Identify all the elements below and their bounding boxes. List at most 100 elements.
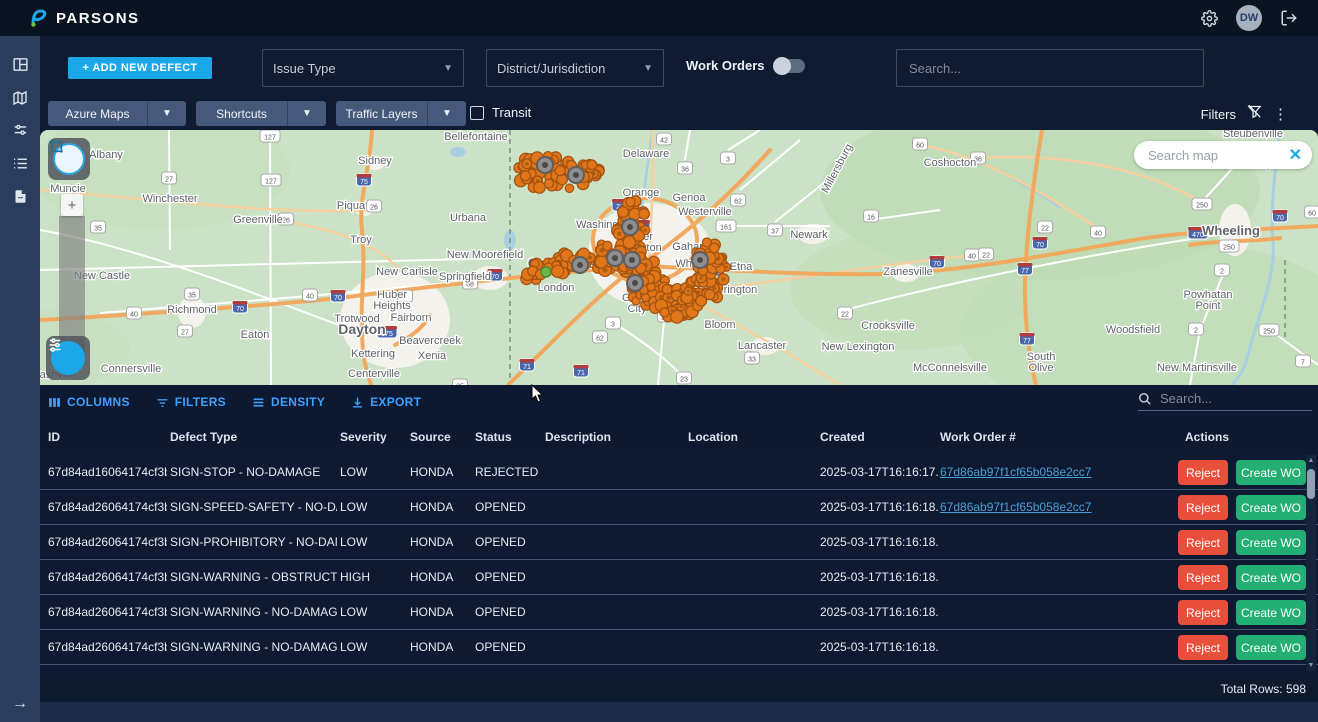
map-layers-button[interactable] bbox=[46, 336, 90, 380]
defect-cluster-dot[interactable] bbox=[618, 207, 629, 218]
create-wo-button[interactable]: Create WO bbox=[1236, 565, 1306, 590]
map-city-label: New Martinsville bbox=[1157, 362, 1237, 374]
route-shield: 3 bbox=[721, 152, 736, 164]
traffic-layers-button[interactable]: Traffic Layers ▼ bbox=[336, 101, 466, 126]
reject-button[interactable]: Reject bbox=[1178, 600, 1228, 625]
reject-button[interactable]: Reject bbox=[1178, 495, 1228, 520]
work-orders-toggle[interactable] bbox=[775, 59, 805, 73]
sidebar-item-map[interactable] bbox=[0, 81, 40, 114]
table-row[interactable]: 67d84ad26064174cf3bc17SIGN-WARNING - NO-… bbox=[40, 630, 1318, 665]
defect-cluster-dot[interactable] bbox=[662, 284, 672, 294]
reject-button[interactable]: Reject bbox=[1178, 460, 1228, 485]
reject-button[interactable]: Reject bbox=[1178, 635, 1228, 660]
reject-button[interactable]: Reject bbox=[1178, 565, 1228, 590]
defect-cluster-dot[interactable] bbox=[565, 184, 573, 192]
defect-cluster-dot[interactable] bbox=[534, 182, 546, 194]
map-city-label: Eaton bbox=[241, 329, 270, 341]
route-shield: 250 bbox=[1219, 240, 1239, 252]
svg-text:36: 36 bbox=[681, 167, 689, 174]
route-shield: 127 bbox=[261, 174, 281, 186]
cell-created: 2025-03-17T16:16:18.693 bbox=[820, 570, 938, 584]
map-city-label: Genoa bbox=[672, 192, 706, 204]
create-wo-button[interactable]: Create WO bbox=[1236, 460, 1306, 485]
defect-cluster-dot[interactable] bbox=[642, 294, 650, 302]
chevron-down-icon[interactable]: ▼ bbox=[148, 101, 186, 126]
columns-button[interactable]: COLUMNS bbox=[48, 395, 130, 409]
table-row[interactable]: 67d84ad26064174cf3bc17SIGN-WARNING - OBS… bbox=[40, 560, 1318, 595]
table-row[interactable]: 67d84ad16064174cf3bc17SIGN-STOP - NO-DAM… bbox=[40, 455, 1318, 490]
scroll-up-icon[interactable]: ▲ bbox=[1306, 457, 1316, 464]
defect-cluster-dot[interactable] bbox=[552, 265, 564, 277]
sidebar-item-list[interactable] bbox=[0, 147, 40, 180]
sidebar-item-dashboard[interactable] bbox=[0, 48, 40, 81]
table-search-input[interactable] bbox=[1160, 391, 1290, 406]
svg-text:22: 22 bbox=[1041, 226, 1049, 233]
map-canvas[interactable]: 2712712726263535404027468423636216137163… bbox=[40, 130, 1318, 385]
table-row[interactable]: 67d84ad26064174cf3bc17SIGN-WARNING - NO-… bbox=[40, 595, 1318, 630]
cluster-marker-green[interactable] bbox=[541, 267, 551, 277]
cell-defect-type: SIGN-WARNING - NO-DAMAGE bbox=[170, 605, 337, 619]
download-icon bbox=[351, 396, 364, 409]
map-zoom-in-button[interactable]: + bbox=[61, 194, 83, 216]
svg-text:27: 27 bbox=[181, 330, 189, 337]
defect-cluster-dot[interactable] bbox=[626, 197, 635, 206]
close-icon[interactable]: ✕ bbox=[1289, 145, 1302, 165]
sidebar-expand-arrow-icon[interactable]: → bbox=[0, 692, 40, 716]
cell-defect-type: SIGN-SPEED-SAFETY - NO-DAMAGE bbox=[170, 500, 337, 514]
create-wo-button[interactable]: Create WO bbox=[1236, 600, 1306, 625]
map-city-label: Point bbox=[1195, 300, 1220, 312]
map-search-box[interactable]: ✕ bbox=[1134, 141, 1312, 169]
map-draw-region-button[interactable] bbox=[48, 138, 90, 180]
chevron-down-icon[interactable]: ▼ bbox=[428, 101, 466, 126]
svg-text:16: 16 bbox=[867, 215, 875, 222]
chevron-down-icon[interactable]: ▼ bbox=[288, 101, 326, 126]
create-wo-button[interactable]: Create WO bbox=[1236, 635, 1306, 660]
district-jurisdiction-select[interactable]: District/Jurisdiction ▼ bbox=[486, 49, 664, 87]
sidebar-item-tune[interactable] bbox=[0, 114, 40, 147]
defect-cluster-dot[interactable] bbox=[544, 179, 553, 188]
scroll-down-icon[interactable]: ▼ bbox=[1306, 662, 1316, 669]
density-icon bbox=[252, 396, 265, 409]
kebab-menu-icon[interactable]: ⋮ bbox=[1273, 105, 1288, 123]
defect-cluster-dot[interactable] bbox=[705, 289, 715, 299]
defect-cluster-dot[interactable] bbox=[555, 166, 565, 176]
defect-cluster-dot[interactable] bbox=[595, 256, 607, 268]
issue-type-select[interactable]: Issue Type ▼ bbox=[262, 49, 464, 87]
logout-icon[interactable] bbox=[1278, 7, 1300, 29]
map-city-label: Fairborn bbox=[391, 312, 432, 324]
add-new-defect-button[interactable]: + ADD NEW DEFECT bbox=[68, 57, 212, 79]
defect-cluster-dot[interactable] bbox=[521, 171, 531, 181]
transit-checkbox[interactable] bbox=[470, 106, 484, 120]
transit-label: Transit bbox=[492, 105, 531, 120]
defects-table: COLUMNS FILTERS DENSITY EXPORT ID Defect… bbox=[40, 385, 1318, 676]
table-row[interactable]: 67d84ad26064174cf3bc17SIGN-SPEED-SAFETY … bbox=[40, 490, 1318, 525]
defect-cluster-dot[interactable] bbox=[603, 241, 612, 250]
scrollbar-thumb[interactable] bbox=[1307, 469, 1315, 499]
defect-cluster-dot[interactable] bbox=[660, 308, 669, 317]
map-zoom-slider[interactable] bbox=[59, 216, 85, 356]
map-search-input[interactable] bbox=[1148, 148, 1289, 163]
defect-cluster-dot[interactable] bbox=[587, 160, 597, 170]
density-button[interactable]: DENSITY bbox=[252, 395, 325, 409]
azure-maps-button[interactable]: Azure Maps ▼ bbox=[48, 101, 186, 126]
table-row[interactable]: 67d84ad26064174cf3bc17SIGN-PROHIBITORY -… bbox=[40, 525, 1318, 560]
sidebar-item-document[interactable] bbox=[0, 180, 40, 213]
defect-cluster-dot[interactable] bbox=[709, 243, 719, 253]
route-shield: 16 bbox=[864, 210, 879, 222]
shortcuts-button[interactable]: Shortcuts ▼ bbox=[196, 101, 326, 126]
work-order-link[interactable]: 67d86ab97f1cf65b058e2cc7 bbox=[940, 500, 1091, 514]
create-wo-button[interactable]: Create WO bbox=[1236, 495, 1306, 520]
reject-button[interactable]: Reject bbox=[1178, 530, 1228, 555]
export-button[interactable]: EXPORT bbox=[351, 395, 421, 409]
work-order-link[interactable]: 67d86ab97f1cf65b058e2cc7 bbox=[940, 465, 1091, 479]
user-avatar[interactable]: DW bbox=[1236, 5, 1262, 31]
filters-button[interactable]: FILTERS bbox=[156, 395, 226, 409]
create-wo-button[interactable]: Create WO bbox=[1236, 530, 1306, 555]
settings-gear-icon[interactable] bbox=[1198, 7, 1220, 29]
search-input[interactable] bbox=[896, 49, 1204, 87]
svg-text:40: 40 bbox=[130, 312, 138, 319]
defect-cluster-dot[interactable] bbox=[671, 310, 684, 323]
filter-off-icon[interactable] bbox=[1246, 103, 1263, 125]
table-scrollbar[interactable]: ▲ ▼ bbox=[1306, 455, 1316, 671]
defect-cluster-dot[interactable] bbox=[639, 209, 650, 220]
